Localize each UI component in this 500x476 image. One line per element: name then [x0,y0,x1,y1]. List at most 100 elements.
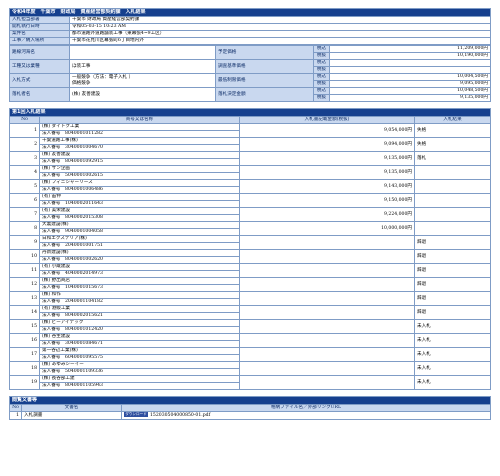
bid-result: 失格 [414,123,491,138]
corporate-number: 法人番号 4040002014973 [39,270,240,278]
corporate-number: 法人番号 6040001095575 [39,354,240,362]
bid-amount: 9,135,000円 [239,151,415,166]
bid-amount [239,375,415,390]
bid-result: 辞退 [414,305,491,320]
table-row: 16 (株) 谷生建設 未入札 [9,333,491,348]
row-no: 16 [9,333,40,348]
row-no: 12 [9,277,40,292]
bidder-name: (株) 和作 [39,291,240,299]
winner-label: 落札者名 [9,87,70,102]
row-no: 7 [9,207,40,222]
row-no: 1 [9,123,40,138]
bid-amount [239,333,415,348]
corporate-number: 法人番号 5040001109336 [39,368,240,376]
bid-result: 辞退 [414,263,491,278]
table-row: 2 千葉道路工事(株) 9,094,000円 失格 [9,137,491,152]
min-price-tax-in: 10,004,500円 [329,73,491,81]
tax-in-label: 税込 [313,45,330,53]
bid-amount [239,347,415,362]
corporate-number: 法人番号 8040001092915 [39,158,240,166]
attachment-no: 1 [9,411,22,420]
info-value: 千葉市 財政局 資産経営部契約課 [69,16,491,24]
bid-result: 未入札 [414,347,491,362]
row-no: 17 [9,347,40,362]
row-no: 9 [9,235,40,250]
column-header-no: No [9,116,40,124]
bid-amount: 9,135,000円 [239,165,415,180]
tax-ex-label: 税抜 [313,52,330,60]
row-no: 15 [9,319,40,334]
attachment-file-link[interactable]: 152030504000850-01.pdf [150,413,210,418]
survey-price-label: 調査基準価格 [215,59,314,74]
award-price-tax-in: 10,048,500円 [329,87,491,95]
bid-result: 未入札 [414,375,491,390]
work-type-value: ほ装工事 [69,59,216,74]
bid-result [414,193,491,208]
planned-price-tax-ex: 10,190,000円 [329,52,491,60]
column-header-name: 商号又は名称 [39,116,240,124]
results-title: 第1回入札結果 [9,108,491,117]
row-no: 13 [9,291,40,306]
info-label: 入札担当部署 [9,16,70,24]
info-label: 開札執行日時 [9,23,70,31]
bidder-name: 大裏建設(株) [39,221,240,229]
row-no: 3 [9,151,40,166]
bid-result: 辞退 [414,291,491,306]
bid-amount: 9,150,000円 [239,193,415,208]
bidder-name: (株) 友善建設 [39,151,240,159]
bid-amount [239,277,415,292]
bid-result: 落札 [414,151,491,166]
row-no: 4 [9,165,40,180]
table-row: 10 丹新建設(株) 辞退 [9,249,491,264]
bid-result: 辞退 [414,235,491,250]
row-no: 2 [9,137,40,152]
download-button[interactable]: ダウンロード [124,412,148,417]
bidder-name: (株) あゆみシーイー [39,361,240,369]
table-row: 15 (株) ビーアイテック 未入札 [9,319,491,334]
route-label: 路線河海名 [9,45,70,60]
table-row: 11 (有) 小蔵建設 辞退 [9,263,491,278]
bid-result: 辞退 [414,277,491,292]
bid-result: 未入札 [414,319,491,334]
bid-result: 失格 [414,137,491,152]
info-table: 令和4年度 千葉市 財政局 資産経営部契約課 入札結果 入札担当部署 千葉市 財政… [9,8,491,45]
survey-price-tax-ex [329,66,491,74]
row-no: 18 [9,361,40,376]
tax-in-label: 税込 [313,59,330,67]
bid-amount: 9,224,000円 [239,207,415,222]
column-header-doc-name: 文書名 [21,404,122,412]
bid-result: 未入札 [414,361,491,376]
bidder-name: (株) 谷生建設 [39,333,240,341]
bid-amount [239,249,415,264]
table-row: 7 (有) 美栄建設 9,224,000円 [9,207,491,222]
info-label: 案件名 [9,30,70,38]
tax-ex-label: 税抜 [313,66,330,74]
table-row: 19 (株) 長谷部工建 未入札 [9,375,491,390]
bidder-name: (株) 野出商店 [39,277,240,285]
min-price-tax-ex: 9,095,000円 [329,80,491,88]
bidder-name: 千葉道路工事(株) [39,137,240,145]
corporate-number: 法人番号 2040001104182 [39,298,240,306]
bidder-name: (有) 美栄建設 [39,207,240,215]
route-value [69,45,216,60]
corporate-number: 法人番号 2040001001751 [39,242,240,250]
bidder-name: (有) 港販工業 [39,305,240,313]
info-value: 令和05-03-15 10:23 AM [69,23,491,31]
table-row: 14 (有) 港販工業 辞退 [9,305,491,320]
bid-result: 辞退 [414,249,491,264]
bid-amount [239,319,415,334]
bid-method-label: 入札方式 [9,73,70,88]
bidder-name: (有) 笛伸 [39,193,240,201]
corporate-number: 法人番号 3040001084671 [39,340,240,348]
winner-value: (株) 友善建設 [69,87,216,102]
bid-amount: 9,094,000円 [239,137,415,152]
row-no: 8 [9,221,40,236]
attachment-row: 1 入札調書 ダウンロード 152030504000850-01.pdf [9,411,491,420]
page-title: 令和4年度 千葉市 財政局 資産経営部契約課 入札結果 [9,8,491,17]
table-row: 8 大裏建設(株) 10,000,000円 [9,221,491,236]
info-value: 都市道路外道路舗装工事（東幕張4~9工区） [69,30,491,38]
results-header-row: No 商号又は名称 入札書記載金額(税抜) 入札結果 [9,116,491,124]
corporate-number: 法人番号 5040001002615 [39,172,240,180]
row-no: 14 [9,305,40,320]
corporate-number: 法人番号 8040001002620 [39,256,240,264]
